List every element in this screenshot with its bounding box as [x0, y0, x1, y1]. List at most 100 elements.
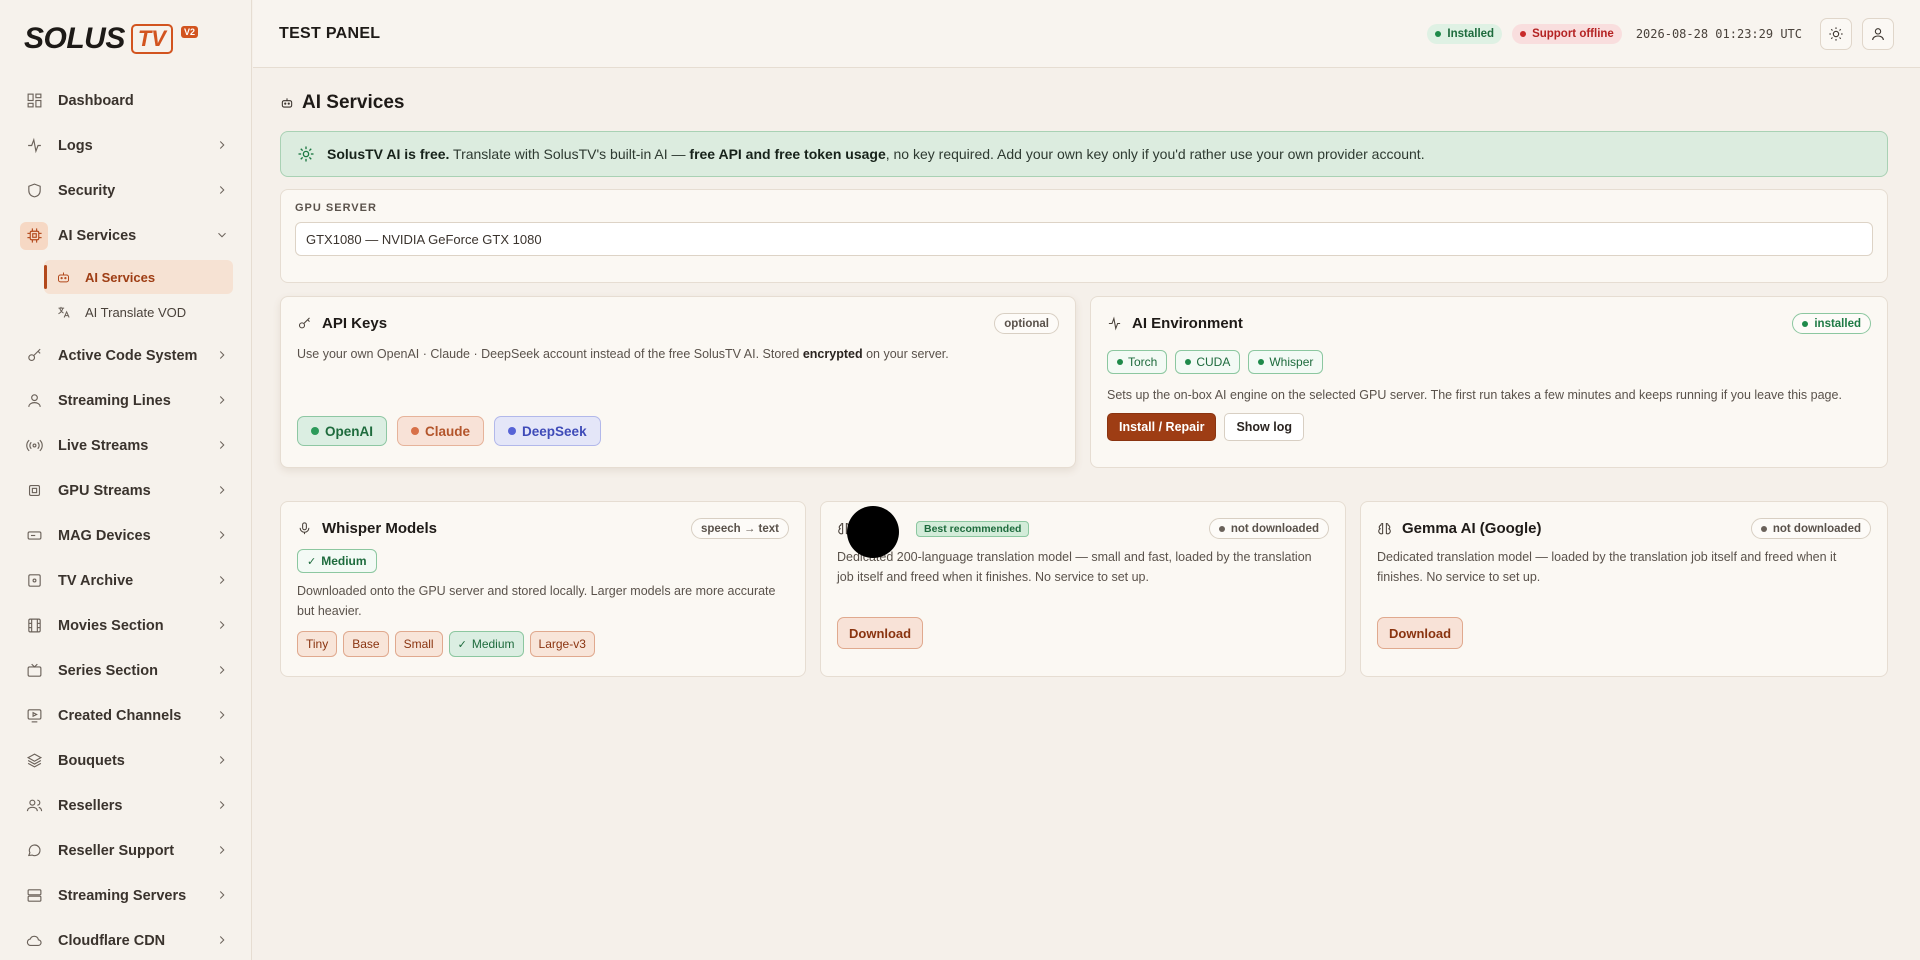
component-label: Whisper — [1269, 355, 1314, 369]
provider-chips: OpenAI Claude DeepSeek — [297, 416, 1059, 446]
sidebar-item-label: Reseller Support — [58, 842, 175, 859]
sidebar-item-label: MAG Devices — [58, 527, 151, 544]
whisper-size-tiny[interactable]: Tiny — [297, 631, 338, 657]
whisper-size-small[interactable]: Small — [394, 631, 443, 657]
sidebar-nav-rest: Active Code System Streaming Lines Live … — [0, 333, 251, 960]
installed-badge: installed — [1792, 313, 1871, 334]
sidebar-item-cloudflare-cdn[interactable]: Cloudflare CDN — [24, 918, 233, 960]
cards-row-1: API Keys optional Use your own OpenAI · … — [280, 296, 1888, 468]
whisper-size-medium[interactable]: ✓ Medium — [448, 631, 524, 657]
gpu-server-label: GPU SERVER — [295, 202, 377, 214]
cloud-icon — [24, 931, 44, 951]
provider-claude-button[interactable]: Claude — [397, 416, 485, 446]
chip-icon — [24, 481, 44, 501]
sidebar-item-movies-section[interactable]: Movies Section — [24, 603, 233, 648]
banner-strong-1: SolusTV AI is free. — [327, 146, 450, 162]
whisper-size-large-v3[interactable]: Large-v3 — [529, 631, 595, 657]
sidebar-item-label: Live Streams — [58, 437, 149, 454]
users-icon — [24, 796, 44, 816]
sidebar-item-tv-archive[interactable]: TV Archive — [24, 558, 233, 603]
sidebar-item-bouquets[interactable]: Bouquets — [24, 738, 233, 783]
show-log-button[interactable]: Show log — [1224, 413, 1305, 441]
sidebar-item-active-code-system[interactable]: Active Code System — [24, 333, 233, 378]
sidebar-item-series-section[interactable]: Series Section — [24, 648, 233, 693]
server-clock: 2026-08-28 01:23:29 UTC — [1635, 26, 1802, 41]
chevron-right-icon — [215, 618, 229, 632]
chevron-right-icon — [215, 843, 229, 857]
sidebar-item-label: Series Section — [58, 662, 158, 679]
gemma-model-card: Gemma AI (Google) not downloaded Dedicat… — [1360, 501, 1888, 677]
brain-icon — [1378, 522, 1391, 535]
play-screen-icon — [24, 706, 44, 726]
sidebar-item-resellers[interactable]: Resellers — [24, 783, 233, 828]
sidebar-item-ai-services[interactable]: AI Services — [20, 213, 233, 258]
sidebar-item-label: Movies Section — [58, 617, 164, 634]
main-content: AI Services SolusTV AI is free. Translat… — [280, 68, 1888, 677]
nllb-actions: Download — [837, 617, 1329, 649]
whisper-size-base[interactable]: Base — [343, 631, 389, 657]
redaction-blot — [847, 506, 899, 558]
brand-version: V2 — [180, 26, 198, 38]
chevron-right-icon — [215, 798, 229, 812]
current-model-label: Medium — [321, 554, 367, 568]
nllb-download-button[interactable]: Download — [837, 617, 924, 649]
sidebar-subitem-label: AI Translate VOD — [85, 304, 187, 320]
sidebar-item-security[interactable]: Security — [24, 168, 233, 213]
install-repair-button[interactable]: Install / Repair — [1107, 413, 1217, 441]
gemma-header: Gemma AI (Google) not downloaded — [1377, 518, 1871, 539]
status-dot — [1520, 30, 1527, 37]
sidebar-subitem-ai-translate-vod[interactable]: AI Translate VOD — [44, 295, 233, 329]
user-menu-button[interactable] — [1862, 17, 1894, 50]
sidebar: SOLUS TV V2 Dashboard Logs Security AI S… — [0, 0, 252, 960]
brand-logo[interactable]: SOLUS TV V2 — [0, 0, 251, 78]
sidebar-item-live-streams[interactable]: Live Streams — [24, 423, 233, 468]
sidebar-item-label: Streaming Lines — [58, 392, 171, 409]
provider-label: OpenAI — [325, 423, 374, 439]
sidebar-item-mag-devices[interactable]: MAG Devices — [24, 513, 233, 558]
gemma-download-button[interactable]: Download — [1377, 617, 1464, 649]
api-keys-desc-post: on your server. — [862, 347, 949, 361]
sidebar-submenu-ai: AI Services AI Translate VOD — [0, 258, 251, 333]
status-dot — [1258, 359, 1265, 365]
brand-name: SOLUS — [24, 22, 125, 55]
chevron-right-icon — [215, 183, 229, 197]
chevron-right-icon — [215, 483, 229, 497]
film-icon — [24, 616, 44, 636]
status-dot — [508, 427, 517, 435]
sidebar-item-label: Bouquets — [58, 752, 125, 769]
chevron-right-icon — [215, 933, 229, 947]
page-title: AI Services — [280, 92, 1888, 114]
sidebar-item-gpu-streams[interactable]: GPU Streams — [24, 468, 233, 513]
ai-environment-card: AI Environment installed Torch CUDA Whis… — [1090, 296, 1888, 468]
sidebar-item-label: Logs — [58, 137, 93, 154]
sidebar-item-created-channels[interactable]: Created Channels — [24, 693, 233, 738]
api-keys-desc-bold: encrypted — [802, 347, 863, 361]
whisper-description: Downloaded onto the GPU server and store… — [297, 584, 776, 618]
chevron-right-icon — [215, 708, 229, 722]
gpu-server-select[interactable]: GTX1080 — NVIDIA GeForce GTX 1080 — [295, 222, 1873, 256]
check-icon: ✓ — [307, 555, 317, 568]
sidebar-item-reseller-support[interactable]: Reseller Support — [24, 828, 233, 873]
status-dot — [1760, 525, 1767, 532]
component-torch: Torch — [1107, 350, 1168, 374]
gemma-title: Gemma AI (Google) — [1402, 520, 1542, 537]
status-dot — [1117, 359, 1123, 365]
sidebar-subitem-ai-services[interactable]: AI Services — [44, 260, 233, 294]
component-chips: Torch CUDA Whisper — [1107, 350, 1871, 374]
topbar-status: Installed Support offline 2026-08-28 01:… — [1427, 17, 1894, 50]
sidebar-item-label: Dashboard — [58, 92, 134, 109]
sidebar-item-dashboard[interactable]: Dashboard — [24, 78, 233, 123]
sidebar-item-streaming-servers[interactable]: Streaming Servers — [24, 873, 233, 918]
sidebar-item-logs[interactable]: Logs — [24, 123, 233, 168]
status-dot — [1802, 320, 1809, 327]
status-dot — [1218, 525, 1225, 532]
api-keys-description: Use your own OpenAI · Claude · DeepSeek … — [297, 344, 1059, 364]
provider-deepseek-button[interactable]: DeepSeek — [494, 416, 601, 446]
sidebar-item-streaming-lines[interactable]: Streaming Lines — [24, 378, 233, 423]
sun-icon — [1829, 26, 1843, 41]
api-keys-card: API Keys optional Use your own OpenAI · … — [280, 296, 1076, 468]
chevron-down-icon — [215, 228, 229, 242]
theme-toggle-button[interactable] — [1820, 17, 1852, 50]
sparkle-icon — [298, 146, 314, 162]
provider-openai-button[interactable]: OpenAI — [297, 416, 388, 446]
